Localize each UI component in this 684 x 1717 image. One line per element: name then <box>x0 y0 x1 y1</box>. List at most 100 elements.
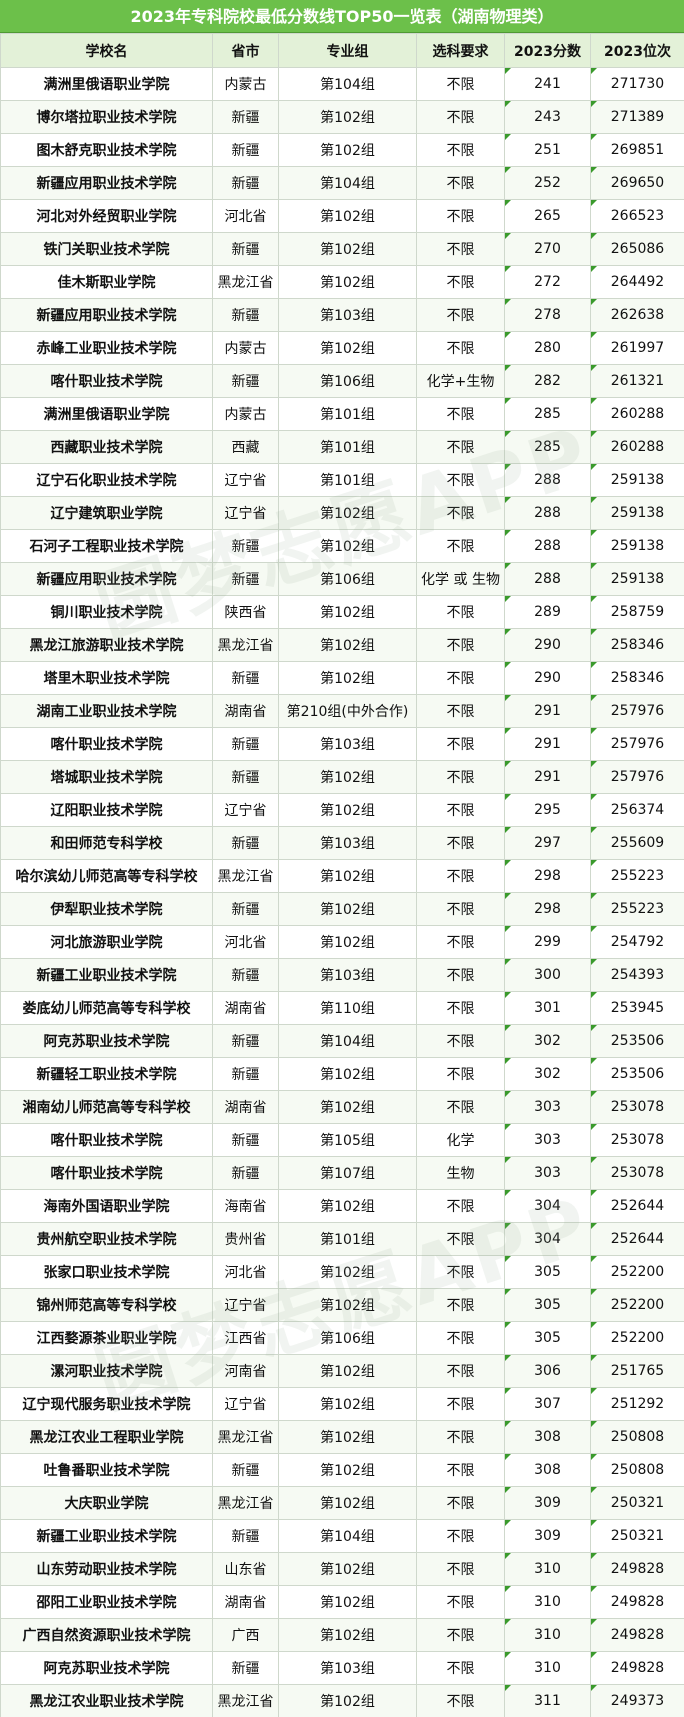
subject-requirement-cell: 不限 <box>416 463 505 497</box>
major-group-cell: 第102组 <box>278 529 417 563</box>
score-cell: 300 <box>504 958 591 992</box>
rank-cell: 250808 <box>590 1420 684 1454</box>
rank-cell: 261997 <box>590 331 684 365</box>
province-cell: 新疆 <box>212 661 279 695</box>
subject-requirement-cell: 不限 <box>416 199 505 233</box>
province-cell: 辽宁省 <box>212 793 279 827</box>
major-group-cell: 第101组 <box>278 1222 417 1256</box>
table-row: 黑龙江农业职业技术学院 黑龙江省 第102组 不限 311 249373 <box>0 1684 684 1717</box>
table-row: 新疆工业职业技术学院 新疆 第104组 不限 309 250321 <box>0 1519 684 1553</box>
rank-cell: 254393 <box>590 958 684 992</box>
table-row: 邵阳工业职业技术学院 湖南省 第102组 不限 310 249828 <box>0 1585 684 1619</box>
rank-cell: 258346 <box>590 661 684 695</box>
score-cell: 299 <box>504 925 591 959</box>
score-cell: 302 <box>504 1024 591 1058</box>
major-group-cell: 第103组 <box>278 826 417 860</box>
province-cell: 陕西省 <box>212 595 279 629</box>
major-group-cell: 第101组 <box>278 430 417 464</box>
school-name-cell: 塔城职业技术学院 <box>0 760 213 794</box>
major-group-cell: 第106组 <box>278 1321 417 1355</box>
table-row: 黑龙江旅游职业技术学院 黑龙江省 第102组 不限 290 258346 <box>0 628 684 662</box>
table-row: 铁门关职业技术学院 新疆 第102组 不限 270 265086 <box>0 232 684 266</box>
major-group-cell: 第102组 <box>278 496 417 530</box>
rank-cell: 254792 <box>590 925 684 959</box>
province-cell: 辽宁省 <box>212 496 279 530</box>
table-row: 喀什职业技术学院 新疆 第103组 不限 291 257976 <box>0 727 684 761</box>
table-row: 赤峰工业职业技术学院 内蒙古 第102组 不限 280 261997 <box>0 331 684 365</box>
score-cell: 270 <box>504 232 591 266</box>
school-name-cell: 海南外国语职业学院 <box>0 1189 213 1223</box>
school-name-cell: 喀什职业技术学院 <box>0 1156 213 1190</box>
school-name-cell: 西藏职业技术学院 <box>0 430 213 464</box>
table-row: 娄底幼儿师范高等专科学校 湖南省 第110组 不限 301 253945 <box>0 991 684 1025</box>
table-header: 学校名 省市 专业组 选科要求 2023分数 2023位次 <box>0 33 684 68</box>
rank-cell: 249828 <box>590 1651 684 1685</box>
school-name-cell: 新疆应用职业技术学院 <box>0 166 213 200</box>
major-group-cell: 第104组 <box>278 166 417 200</box>
province-cell: 新疆 <box>212 166 279 200</box>
province-cell: 河南省 <box>212 1354 279 1388</box>
rank-cell: 269851 <box>590 133 684 167</box>
table-row: 锦州师范高等专科学校 辽宁省 第102组 不限 305 252200 <box>0 1288 684 1322</box>
score-cell: 241 <box>504 67 591 101</box>
score-cell: 272 <box>504 265 591 299</box>
province-cell: 新疆 <box>212 133 279 167</box>
major-group-cell: 第102组 <box>278 925 417 959</box>
school-name-cell: 伊犁职业技术学院 <box>0 892 213 926</box>
table-row: 辽宁石化职业技术学院 辽宁省 第101组 不限 288 259138 <box>0 463 684 497</box>
school-name-cell: 辽宁现代服务职业技术学院 <box>0 1387 213 1421</box>
table-row: 黑龙江农业工程职业学院 黑龙江省 第102组 不限 308 250808 <box>0 1420 684 1454</box>
school-name-cell: 喀什职业技术学院 <box>0 1123 213 1157</box>
major-group-cell: 第102组 <box>278 232 417 266</box>
province-cell: 河北省 <box>212 199 279 233</box>
province-cell: 新疆 <box>212 1123 279 1157</box>
table-row: 塔城职业技术学院 新疆 第102组 不限 291 257976 <box>0 760 684 794</box>
province-cell: 山东省 <box>212 1552 279 1586</box>
table-row: 西藏职业技术学院 西藏 第101组 不限 285 260288 <box>0 430 684 464</box>
subject-requirement-cell: 生物 <box>416 1156 505 1190</box>
rank-cell: 255223 <box>590 892 684 926</box>
table-row: 漯河职业技术学院 河南省 第102组 不限 306 251765 <box>0 1354 684 1388</box>
subject-requirement-cell: 不限 <box>416 1453 505 1487</box>
school-name-cell: 新疆工业职业技术学院 <box>0 1519 213 1553</box>
score-cell: 303 <box>504 1090 591 1124</box>
major-group-cell: 第104组 <box>278 67 417 101</box>
score-cell: 309 <box>504 1519 591 1553</box>
major-group-cell: 第102组 <box>278 1354 417 1388</box>
subject-requirement-cell: 化学 或 生物 <box>416 562 505 596</box>
subject-requirement-cell: 不限 <box>416 628 505 662</box>
score-cell: 307 <box>504 1387 591 1421</box>
rank-cell: 255609 <box>590 826 684 860</box>
school-name-cell: 黑龙江农业职业技术学院 <box>0 1684 213 1717</box>
rank-cell: 249828 <box>590 1618 684 1652</box>
province-cell: 湖南省 <box>212 1585 279 1619</box>
rank-cell: 253078 <box>590 1123 684 1157</box>
province-cell: 内蒙古 <box>212 67 279 101</box>
table-row: 铜川职业技术学院 陕西省 第102组 不限 289 258759 <box>0 595 684 629</box>
province-cell: 黑龙江省 <box>212 1486 279 1520</box>
major-group-cell: 第102组 <box>278 793 417 827</box>
header-rank: 2023位次 <box>590 33 684 68</box>
table-row: 和田师范专科学校 新疆 第103组 不限 297 255609 <box>0 826 684 860</box>
province-cell: 河北省 <box>212 1255 279 1289</box>
subject-requirement-cell: 不限 <box>416 595 505 629</box>
rank-cell: 252200 <box>590 1255 684 1289</box>
rank-cell: 252200 <box>590 1288 684 1322</box>
rank-cell: 253506 <box>590 1057 684 1091</box>
school-name-cell: 佳木斯职业学院 <box>0 265 213 299</box>
table-row: 河北旅游职业学院 河北省 第102组 不限 299 254792 <box>0 925 684 959</box>
score-cell: 303 <box>504 1123 591 1157</box>
subject-requirement-cell: 不限 <box>416 496 505 530</box>
score-cell: 290 <box>504 628 591 662</box>
major-group-cell: 第210组(中外合作) <box>278 694 417 728</box>
school-name-cell: 湘南幼儿师范高等专科学校 <box>0 1090 213 1124</box>
score-cell: 301 <box>504 991 591 1025</box>
subject-requirement-cell: 不限 <box>416 1024 505 1058</box>
province-cell: 辽宁省 <box>212 1288 279 1322</box>
score-cell: 289 <box>504 595 591 629</box>
subject-requirement-cell: 不限 <box>416 1387 505 1421</box>
subject-requirement-cell: 不限 <box>416 67 505 101</box>
table-row: 辽阳职业技术学院 辽宁省 第102组 不限 295 256374 <box>0 793 684 827</box>
subject-requirement-cell: 不限 <box>416 1651 505 1685</box>
table-row: 广西自然资源职业技术学院 广西 第102组 不限 310 249828 <box>0 1618 684 1652</box>
